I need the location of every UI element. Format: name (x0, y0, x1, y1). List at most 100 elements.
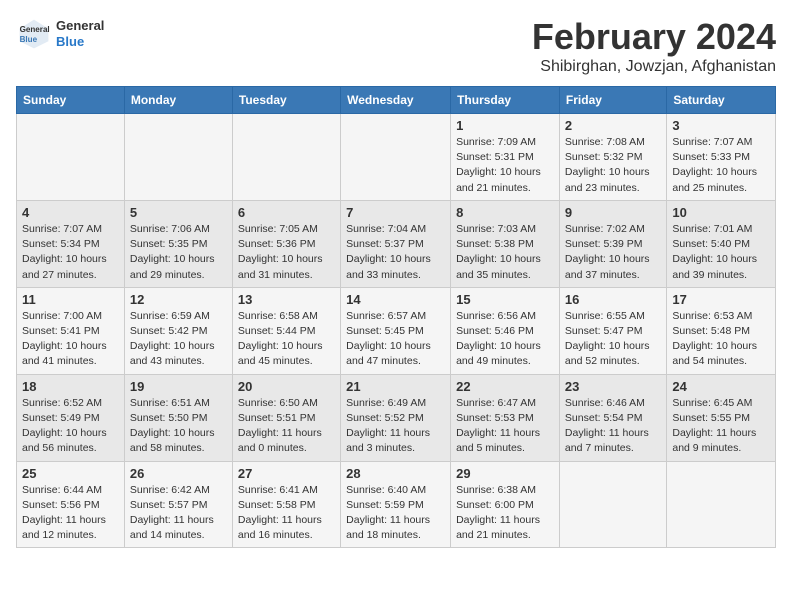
day-of-week-header: Friday (559, 87, 666, 114)
day-number: 24 (672, 379, 770, 394)
calendar-table: SundayMondayTuesdayWednesdayThursdayFrid… (16, 86, 776, 548)
page-header: General Blue General Blue February 2024 … (16, 16, 776, 76)
day-number: 11 (22, 292, 119, 307)
calendar-cell: 11Sunrise: 7:00 AMSunset: 5:41 PMDayligh… (17, 287, 125, 374)
day-info: Sunrise: 6:40 AMSunset: 5:59 PMDaylight:… (346, 483, 445, 544)
logo-text: General Blue (56, 18, 104, 49)
day-number: 12 (130, 292, 227, 307)
day-number: 15 (456, 292, 554, 307)
calendar-cell: 27 Sunrise: 6:41 AMSunset: 5:58 PMDayligh… (232, 461, 340, 548)
svg-text:Blue: Blue (20, 35, 38, 44)
day-number: 23 (565, 379, 661, 394)
calendar-cell: 7Sunrise: 7:04 AMSunset: 5:37 PMDaylight… (341, 200, 451, 287)
day-number: 22 (456, 379, 554, 394)
calendar-cell (667, 461, 776, 548)
calendar-title: February 2024 (532, 16, 776, 58)
calendar-cell (124, 114, 232, 201)
day-info: Sunrise: 6:42 AMSunset: 5:57 PMDaylight:… (130, 483, 227, 544)
day-info: Sunrise: 7:07 AMSunset: 5:34 PMDaylight:… (22, 222, 119, 283)
day-info: Sunrise: 6:46 AMSunset: 5:54 PMDaylight:… (565, 396, 661, 457)
day-info: Sunrise: 6:53 AMSunset: 5:48 PMDaylight:… (672, 309, 770, 370)
day-info: Sunrise: 6:51 AMSunset: 5:50 PMDaylight:… (130, 396, 227, 457)
calendar-week-row: 18Sunrise: 6:52 AMSunset: 5:49 PMDayligh… (17, 374, 776, 461)
calendar-cell: 15 Sunrise: 6:56 AMSunset: 5:46 PMDayligh… (451, 287, 560, 374)
calendar-cell (232, 114, 340, 201)
calendar-cell (17, 114, 125, 201)
calendar-cell: 24 Sunrise: 6:45 AMSunset: 5:55 PMDayligh… (667, 374, 776, 461)
logo: General Blue General Blue (16, 16, 104, 52)
day-info: Sunrise: 7:08 AMSunset: 5:32 PMDaylight:… (565, 135, 661, 196)
calendar-cell: 18Sunrise: 6:52 AMSunset: 5:49 PMDayligh… (17, 374, 125, 461)
calendar-cell: 5 Sunrise: 7:06 AMSunset: 5:35 PMDaylight… (124, 200, 232, 287)
day-of-week-header: Saturday (667, 87, 776, 114)
day-number: 27 (238, 466, 335, 481)
calendar-cell (559, 461, 666, 548)
day-of-week-header: Wednesday (341, 87, 451, 114)
calendar-cell: 4 Sunrise: 7:07 AMSunset: 5:34 PMDaylight… (17, 200, 125, 287)
day-number: 17 (672, 292, 770, 307)
day-of-week-header: Thursday (451, 87, 560, 114)
calendar-cell: 9 Sunrise: 7:02 AMSunset: 5:39 PMDaylight… (559, 200, 666, 287)
calendar-cell: 1 Sunrise: 7:09 AMSunset: 5:31 PMDaylight… (451, 114, 560, 201)
day-info: Sunrise: 7:09 AMSunset: 5:31 PMDaylight:… (456, 135, 554, 196)
day-number: 13 (238, 292, 335, 307)
day-number: 6 (238, 205, 335, 220)
day-info: Sunrise: 7:05 AMSunset: 5:36 PMDaylight:… (238, 222, 335, 283)
calendar-cell: 3 Sunrise: 7:07 AMSunset: 5:33 PMDaylight… (667, 114, 776, 201)
calendar-cell: 2 Sunrise: 7:08 AMSunset: 5:32 PMDaylight… (559, 114, 666, 201)
day-number: 8 (456, 205, 554, 220)
title-section: February 2024 Shibirghan, Jowzjan, Afgha… (532, 16, 776, 76)
calendar-cell: 16Sunrise: 6:55 AMSunset: 5:47 PMDayligh… (559, 287, 666, 374)
calendar-cell: 12 Sunrise: 6:59 AMSunset: 5:42 PMDayligh… (124, 287, 232, 374)
day-info: Sunrise: 6:50 AMSunset: 5:51 PMDaylight:… (238, 396, 335, 457)
day-number: 4 (22, 205, 119, 220)
day-info: Sunrise: 7:06 AMSunset: 5:35 PMDaylight:… (130, 222, 227, 283)
day-info: Sunrise: 7:03 AMSunset: 5:38 PMDaylight:… (456, 222, 554, 283)
calendar-week-row: 4 Sunrise: 7:07 AMSunset: 5:34 PMDaylight… (17, 200, 776, 287)
day-info: Sunrise: 7:07 AMSunset: 5:33 PMDaylight:… (672, 135, 770, 196)
day-info: Sunrise: 6:41 AMSunset: 5:58 PMDaylight:… (238, 483, 335, 544)
calendar-cell: 20 Sunrise: 6:50 AMSunset: 5:51 PMDayligh… (232, 374, 340, 461)
day-info: Sunrise: 6:45 AMSunset: 5:55 PMDaylight:… (672, 396, 770, 457)
day-number: 28 (346, 466, 445, 481)
day-number: 9 (565, 205, 661, 220)
day-info: Sunrise: 6:49 AMSunset: 5:52 PMDaylight:… (346, 396, 445, 457)
day-of-week-header: Monday (124, 87, 232, 114)
day-number: 5 (130, 205, 227, 220)
logo-blue: Blue (56, 34, 104, 50)
calendar-cell: 8 Sunrise: 7:03 AMSunset: 5:38 PMDaylight… (451, 200, 560, 287)
calendar-cell (341, 114, 451, 201)
calendar-cell: 29 Sunrise: 6:38 AMSunset: 6:00 PMDayligh… (451, 461, 560, 548)
calendar-cell: 19Sunrise: 6:51 AMSunset: 5:50 PMDayligh… (124, 374, 232, 461)
calendar-cell: 21Sunrise: 6:49 AMSunset: 5:52 PMDayligh… (341, 374, 451, 461)
day-info: Sunrise: 6:56 AMSunset: 5:46 PMDaylight:… (456, 309, 554, 370)
calendar-cell: 26 Sunrise: 6:42 AMSunset: 5:57 PMDayligh… (124, 461, 232, 548)
day-number: 2 (565, 118, 661, 133)
day-info: Sunrise: 6:55 AMSunset: 5:47 PMDaylight:… (565, 309, 661, 370)
day-number: 3 (672, 118, 770, 133)
day-number: 14 (346, 292, 445, 307)
day-number: 7 (346, 205, 445, 220)
day-number: 10 (672, 205, 770, 220)
day-number: 29 (456, 466, 554, 481)
calendar-body: 1 Sunrise: 7:09 AMSunset: 5:31 PMDaylight… (17, 114, 776, 548)
day-number: 26 (130, 466, 227, 481)
day-number: 20 (238, 379, 335, 394)
calendar-cell: 14Sunrise: 6:57 AMSunset: 5:45 PMDayligh… (341, 287, 451, 374)
day-info: Sunrise: 6:47 AMSunset: 5:53 PMDaylight:… (456, 396, 554, 457)
calendar-header: SundayMondayTuesdayWednesdayThursdayFrid… (17, 87, 776, 114)
calendar-week-row: 11Sunrise: 7:00 AMSunset: 5:41 PMDayligh… (17, 287, 776, 374)
calendar-cell: 22 Sunrise: 6:47 AMSunset: 5:53 PMDayligh… (451, 374, 560, 461)
day-info: Sunrise: 6:59 AMSunset: 5:42 PMDaylight:… (130, 309, 227, 370)
day-info: Sunrise: 6:38 AMSunset: 6:00 PMDaylight:… (456, 483, 554, 544)
calendar-cell: 25Sunrise: 6:44 AMSunset: 5:56 PMDayligh… (17, 461, 125, 548)
calendar-cell: 10 Sunrise: 7:01 AMSunset: 5:40 PMDayligh… (667, 200, 776, 287)
calendar-cell: 6 Sunrise: 7:05 AMSunset: 5:36 PMDaylight… (232, 200, 340, 287)
calendar-week-row: 25Sunrise: 6:44 AMSunset: 5:56 PMDayligh… (17, 461, 776, 548)
calendar-subtitle: Shibirghan, Jowzjan, Afghanistan (532, 58, 776, 76)
day-info: Sunrise: 7:02 AMSunset: 5:39 PMDaylight:… (565, 222, 661, 283)
calendar-cell: 13Sunrise: 6:58 AMSunset: 5:44 PMDayligh… (232, 287, 340, 374)
day-info: Sunrise: 7:01 AMSunset: 5:40 PMDaylight:… (672, 222, 770, 283)
day-number: 1 (456, 118, 554, 133)
logo-general: General (56, 18, 104, 34)
